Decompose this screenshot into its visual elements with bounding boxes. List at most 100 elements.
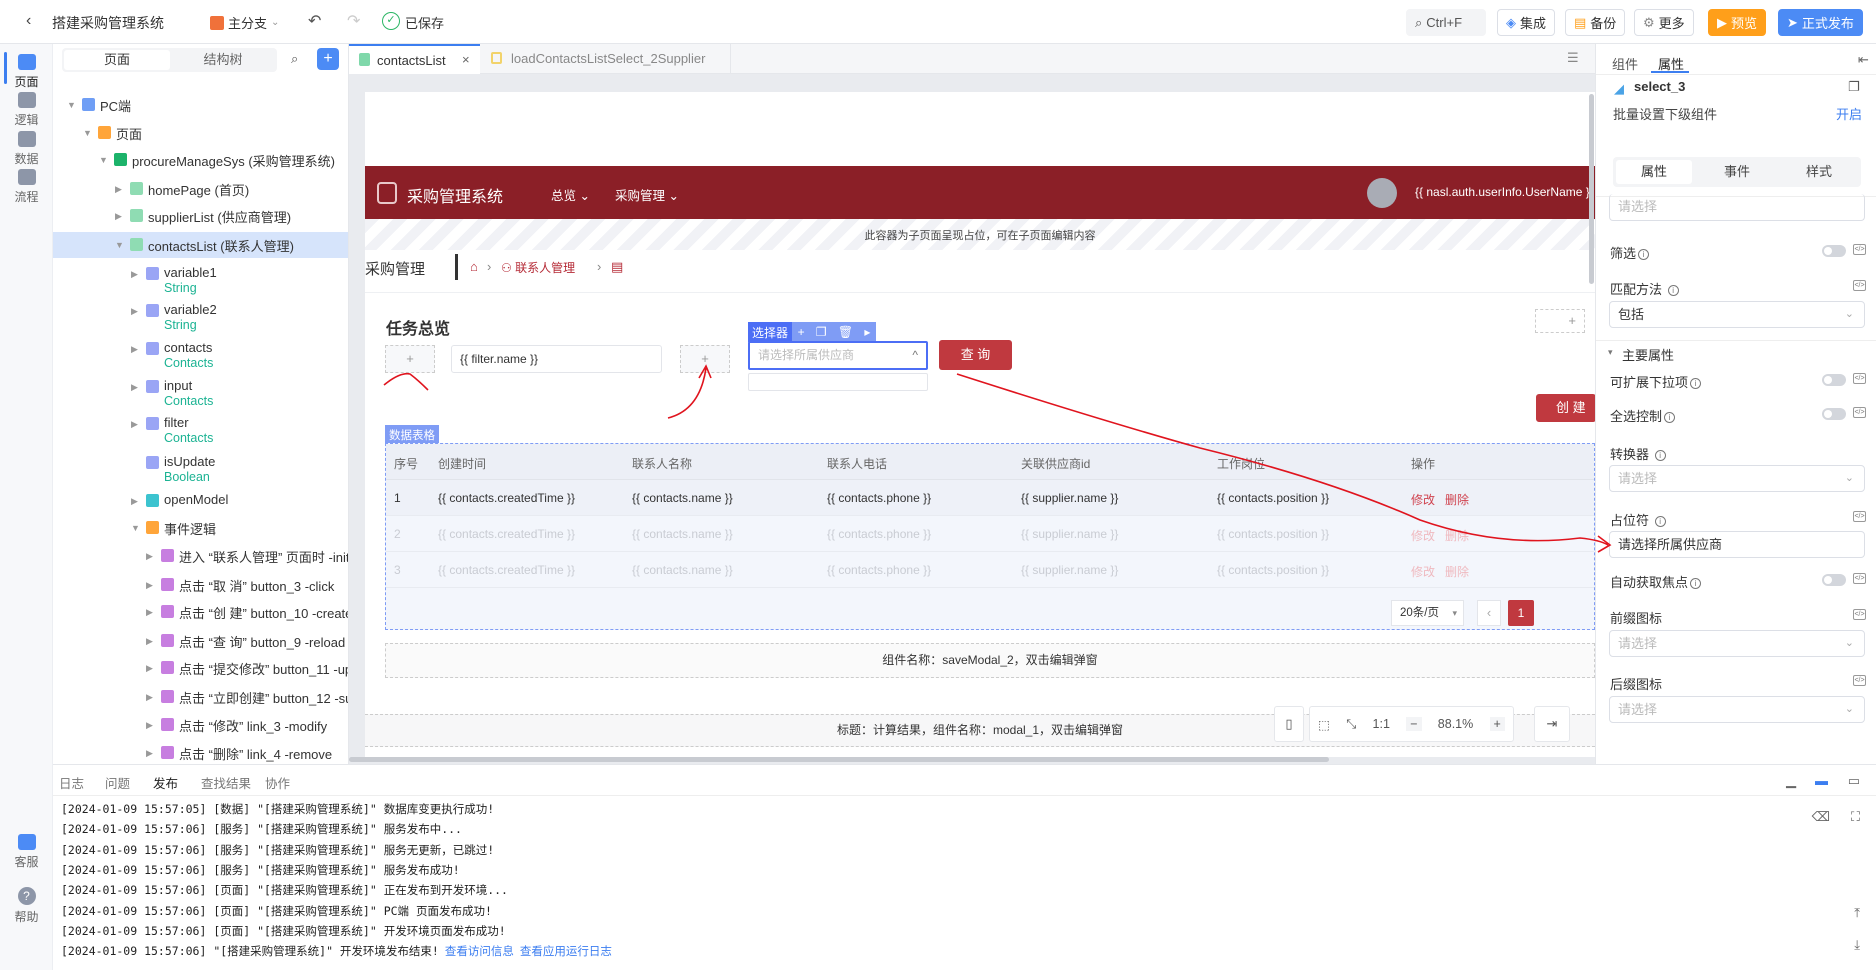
tree-item[interactable]: ▶ 点击 “修改” link_3 -modify (53, 716, 348, 738)
vertical-scrollbar[interactable] (1589, 94, 1594, 284)
nav-procurement[interactable]: 采购管理 ⌄ (615, 185, 679, 204)
tab-page[interactable]: 页面 (64, 50, 170, 70)
autofocus-toggle[interactable] (1822, 574, 1846, 586)
add-slot-button[interactable]: + (385, 345, 435, 373)
nav-overview[interactable]: 总览 ⌄ (551, 185, 590, 204)
zoom-in-button[interactable]: + (1489, 717, 1505, 731)
caret-right-icon[interactable]: ▶ (131, 344, 138, 355)
tree-item[interactable]: ▶ 点击 “提交修改” button_11 -update (53, 659, 348, 681)
home-icon[interactable]: ⌂ (470, 259, 478, 274)
tree-item[interactable]: ▶ supplierList (供应商管理) (53, 207, 348, 229)
caret-down-icon[interactable]: ▼ (115, 240, 124, 250)
design-canvas[interactable]: 采购管理系统 总览 ⌄ 采购管理 ⌄ {{ nasl.auth.userInfo… (349, 74, 1595, 764)
horizontal-scrollbar[interactable] (349, 757, 1329, 762)
tree-item[interactable]: ▶ 点击 “查 询” button_9 -reload (53, 632, 348, 654)
tree-item[interactable]: ▼ 事件逻辑 (53, 519, 348, 541)
name-filter-input[interactable]: {{ filter.name }} (451, 345, 662, 373)
search-icon[interactable]: ⌕ (291, 51, 298, 67)
tree-item[interactable]: ▼ PC端 (53, 96, 348, 118)
prefix-icon-select[interactable]: 请选择 ⌄ (1609, 630, 1865, 657)
avatar[interactable] (1367, 178, 1397, 208)
select-all-toggle[interactable] (1822, 408, 1846, 420)
tree-item[interactable]: ▶ contacts Contacts (53, 340, 348, 374)
add-slot-button[interactable]: + (680, 345, 730, 373)
tree-item[interactable]: ▼ procureManageSys (采购管理系统) (53, 151, 348, 173)
redo-icon[interactable]: ↷ (347, 11, 360, 31)
tree-item[interactable]: ▶ 点击 “取 消” button_3 -click (53, 576, 348, 598)
output-tab[interactable]: 查找结果 (201, 773, 251, 792)
undo-icon[interactable]: ↶ (308, 11, 321, 31)
scroll-top-icon[interactable]: ⤒ (1854, 905, 1860, 921)
caret-right-icon[interactable]: ▶ (146, 663, 153, 674)
expandable-toggle[interactable] (1822, 374, 1846, 386)
tree-item[interactable]: ▶ openModel (53, 492, 348, 514)
edit-link[interactable]: 修改 (1411, 527, 1435, 544)
output-tab[interactable]: 发布 (153, 773, 178, 792)
dock-bottom-icon[interactable]: ▬ (1815, 773, 1828, 788)
scroll-bottom-icon[interactable]: ⤓ (1854, 937, 1860, 953)
branch-selector[interactable]: 主分支 ⌄ (210, 13, 279, 32)
more-button[interactable]: ⚙ 更多 (1634, 9, 1694, 36)
collapse-panel-button[interactable]: ⇥ (1534, 706, 1570, 742)
tree-item[interactable]: isUpdate Boolean (53, 454, 348, 488)
list-icon[interactable]: ☰ (1567, 50, 1579, 66)
delete-link[interactable]: 删除 (1445, 563, 1469, 580)
code-icon[interactable]: </> (1853, 373, 1866, 384)
rail-item-help[interactable]: ? 帮助 (0, 887, 53, 925)
rail-item-support[interactable]: 客服 (0, 834, 53, 870)
page-button[interactable]: 1 (1508, 600, 1534, 626)
caret-right-icon[interactable]: ▶ (115, 211, 122, 222)
clear-icon[interactable]: ⌫ (1812, 809, 1830, 825)
tree-item[interactable]: ▶ variable1 String (53, 265, 348, 299)
seg-properties[interactable]: 属性 (1616, 160, 1692, 184)
back-icon[interactable]: ‹ (26, 12, 31, 30)
filter-toggle[interactable] (1822, 245, 1846, 257)
tree-item[interactable]: ▼ 页面 (53, 124, 348, 146)
copy-icon[interactable]: ❐ (816, 322, 827, 342)
backup-button[interactable]: ▤ 备份 (1565, 9, 1626, 36)
collapse-icon[interactable]: ⇤ (1858, 52, 1869, 68)
caret-right-icon[interactable]: ▶ (131, 269, 138, 280)
suffix-icon-select[interactable]: 请选择 ⌄ (1609, 696, 1865, 723)
caret-right-icon[interactable]: ▶ (146, 720, 153, 731)
match-select[interactable]: 包括 ⌄ (1609, 301, 1865, 328)
query-button[interactable]: 查 询 (939, 340, 1012, 370)
output-tab[interactable]: 问题 (105, 773, 130, 792)
zoom-out-button[interactable]: − (1406, 717, 1422, 731)
add-icon[interactable]: + (798, 322, 805, 342)
save-modal-placeholder[interactable]: 组件名称：saveModal_2，双击编辑弹窗 (385, 643, 1595, 678)
caret-right-icon[interactable]: ▶ (146, 636, 153, 647)
code-icon[interactable]: </> (1853, 675, 1866, 686)
tree-item[interactable]: ▶ 进入 “联系人管理” 页面时 -init (53, 547, 348, 569)
rail-item-flow[interactable]: 流程 (0, 169, 53, 205)
page-size-select[interactable]: 20条/页 ▾ (1391, 600, 1464, 626)
caret-right-icon[interactable]: ▶ (131, 306, 138, 317)
code-icon[interactable]: </> (1853, 609, 1866, 620)
placeholder-input[interactable]: 请选择所属供应商 (1609, 531, 1865, 558)
preview-button[interactable]: ▶ 预览 (1708, 9, 1767, 36)
maximize-icon[interactable]: ▭ (1848, 773, 1860, 789)
prev-page-button[interactable]: ‹ (1477, 600, 1501, 626)
seg-events[interactable]: 事件 (1699, 160, 1775, 184)
tree-item[interactable]: ▶ input Contacts (53, 378, 348, 412)
caret-down-icon[interactable]: ▼ (83, 128, 92, 138)
select-tool-icon[interactable]: ⬚ (1318, 717, 1330, 732)
caret-right-icon[interactable]: ▶ (131, 382, 138, 393)
caret-right-icon[interactable]: ▶ (146, 692, 153, 703)
tab-components[interactable]: 组件 (1612, 54, 1638, 73)
tree-item[interactable]: ▶ 点击 “创 建” button_10 -create (53, 603, 348, 625)
edit-link[interactable]: 修改 (1411, 491, 1435, 508)
caret-down-icon[interactable]: ▼ (131, 523, 140, 533)
caret-right-icon[interactable]: ▶ (146, 580, 153, 591)
caret-down-icon[interactable]: ▼ (99, 155, 108, 165)
output-tab[interactable]: 日志 (59, 773, 84, 792)
minimize-icon[interactable]: ▁ (1786, 773, 1796, 789)
code-icon[interactable]: </> (1853, 407, 1866, 418)
caret-right-icon[interactable]: ▶ (146, 748, 153, 759)
view-runtime-log-link[interactable]: 查看应用运行日志 (520, 944, 612, 958)
add-slot-button[interactable]: + (1535, 309, 1585, 333)
tree-item[interactable]: ▶ filter Contacts (53, 415, 348, 449)
tab-contactslist[interactable]: contactsList × (349, 44, 480, 74)
caret-down-icon[interactable]: ▼ (67, 100, 76, 110)
breadcrumb-item[interactable]: ⚇ 联系人管理 (501, 259, 575, 276)
